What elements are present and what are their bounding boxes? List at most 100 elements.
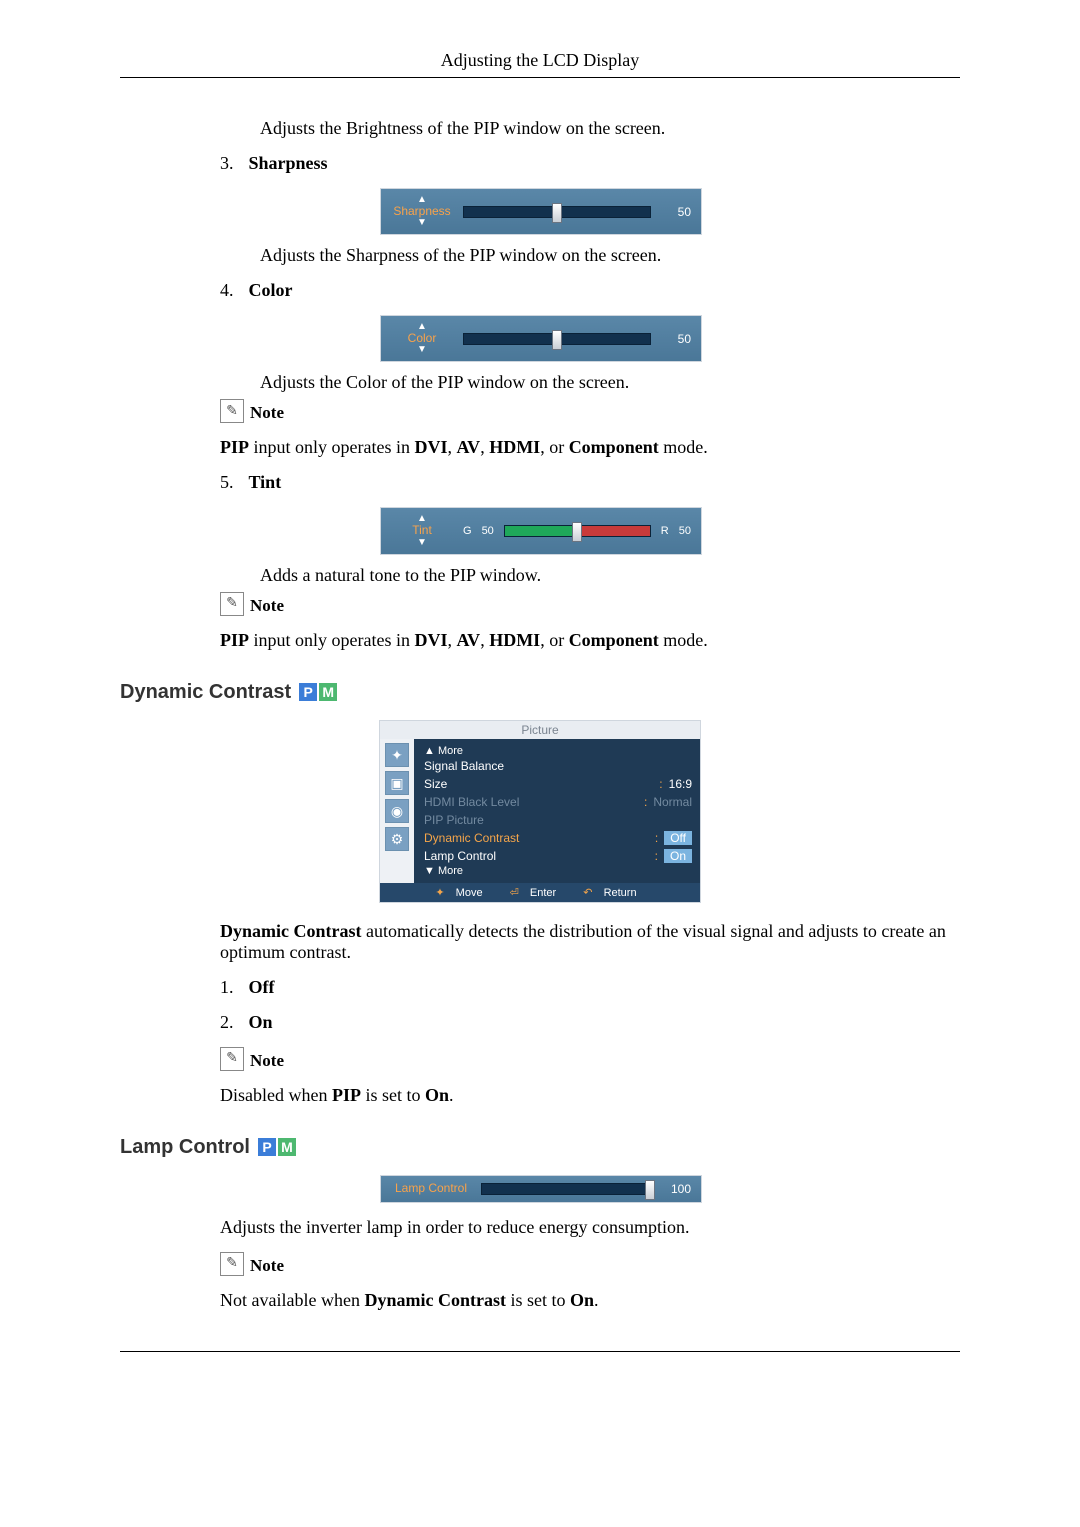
pip-mode-note: PIP input only operates in DVI, AV, HDMI… <box>220 630 960 651</box>
slider-track[interactable] <box>504 525 651 537</box>
menu-more-down[interactable]: ▼ More <box>424 865 692 877</box>
menu-icon[interactable]: ▣ <box>385 771 409 795</box>
page-header: Adjusting the LCD Display <box>120 50 960 78</box>
note-icon: ✎ <box>220 592 244 616</box>
slider-track[interactable] <box>463 206 651 218</box>
osd-label: Lamp Control <box>395 1182 467 1195</box>
note-label: Note <box>250 1051 284 1071</box>
slider-handle[interactable] <box>572 522 582 542</box>
slider-track[interactable] <box>481 1183 651 1195</box>
text: Dynamic Contrast <box>220 921 362 941</box>
pm-badge: P M <box>258 1138 296 1156</box>
slider-handle[interactable] <box>552 330 562 350</box>
menu-icon[interactable]: ◉ <box>385 799 409 823</box>
item-title: Off <box>249 977 275 997</box>
list-item-sharpness: 3. Sharpness <box>220 153 960 174</box>
menu-more-up[interactable]: ▲ More <box>424 745 692 757</box>
menu-icon[interactable]: ⚙ <box>385 827 409 851</box>
slider-handle[interactable] <box>645 1180 655 1200</box>
m-icon: M <box>278 1138 296 1156</box>
item-title: Color <box>249 280 293 300</box>
text: AV <box>457 437 481 457</box>
list-item-off: 1. Off <box>220 977 960 998</box>
note-icon: ✎ <box>220 399 244 423</box>
menu-row-lamp-control[interactable]: Lamp Control:On <box>424 847 692 865</box>
text: Dynamic Contrast <box>364 1290 506 1310</box>
m-icon: M <box>319 683 337 701</box>
menu-row-hdmi-black-level: HDMI Black Level:Normal <box>424 793 692 811</box>
text: PIP <box>220 437 249 457</box>
note: ✎ Note <box>220 1047 960 1071</box>
slider-fill-red <box>577 526 649 536</box>
arrow-down-icon: ▼ <box>417 218 427 228</box>
lamp-control-note: Not available when Dynamic Contrast is s… <box>220 1290 960 1311</box>
text: mode. <box>659 437 708 457</box>
text: . <box>449 1085 454 1105</box>
item-title: Sharpness <box>249 153 328 173</box>
note-label: Note <box>250 596 284 616</box>
dynamic-contrast-description: Dynamic Contrast automatically detects t… <box>220 921 960 963</box>
arrow-down-icon: ▼ <box>417 538 427 548</box>
text: On <box>570 1290 594 1310</box>
text: . <box>594 1290 599 1310</box>
tint-r-label: R <box>661 525 669 537</box>
text: DVI <box>414 437 447 457</box>
tint-g-label: G <box>463 525 472 537</box>
pm-badge: P M <box>299 683 337 701</box>
menu-row-signal-balance[interactable]: Signal Balance <box>424 757 692 775</box>
heading-text: Lamp Control <box>120 1136 250 1159</box>
heading-text: Dynamic Contrast <box>120 681 291 704</box>
p-icon: P <box>299 683 317 701</box>
note-icon: ✎ <box>220 1252 244 1276</box>
text: mode. <box>659 630 708 650</box>
note-label: Note <box>250 1256 284 1276</box>
item-title: Tint <box>249 472 282 492</box>
list-item-color: 4. Color <box>220 280 960 301</box>
text: AV <box>457 630 481 650</box>
note: ✎ Note <box>220 399 960 423</box>
menu-row-size[interactable]: Size:16:9 <box>424 775 692 793</box>
text: DVI <box>414 630 447 650</box>
text: is set to <box>361 1085 425 1105</box>
menu-icon[interactable]: ✦ <box>385 743 409 767</box>
lamp-control-description: Adjusts the inverter lamp in order to re… <box>220 1217 960 1238</box>
arrow-down-icon: ▼ <box>417 345 427 355</box>
footer-rule <box>120 1351 960 1352</box>
osd-tint-slider: ▲ Tint ▼ G 50 R 50 <box>380 507 702 554</box>
slider-value: 50 <box>661 332 691 346</box>
tint-g-value: 50 <box>482 525 494 537</box>
osd-label: Tint <box>412 524 432 537</box>
tint-description: Adds a natural tone to the PIP window. <box>260 565 960 586</box>
tint-r-value: 50 <box>679 525 691 537</box>
text: Not available when <box>220 1290 364 1310</box>
osd-menu-footer: ✦ Move ⏎ Enter ↶ Return <box>380 883 700 902</box>
slider-value: 50 <box>661 205 691 219</box>
osd-color-slider: ▲ Color ▼ 50 <box>380 315 702 362</box>
note-icon: ✎ <box>220 1047 244 1071</box>
osd-lamp-control-slider: Lamp Control 100 <box>380 1175 702 1203</box>
slider-value: 100 <box>661 1182 691 1196</box>
note-label: Note <box>250 403 284 423</box>
text: input only operates in <box>249 630 414 650</box>
item-number: 1. <box>220 977 244 998</box>
menu-row-pip-picture: PIP Picture <box>424 811 692 829</box>
pip-mode-note: PIP input only operates in DVI, AV, HDMI… <box>220 437 960 458</box>
osd-sharpness-slider: ▲ Sharpness ▼ 50 <box>380 188 702 235</box>
text: HDMI <box>489 630 540 650</box>
text: Disabled when <box>220 1085 332 1105</box>
text: PIP <box>332 1085 361 1105</box>
slider-track[interactable] <box>463 333 651 345</box>
osd-menu-list: ▲ More Signal Balance Size:16:9 HDMI Bla… <box>414 739 700 883</box>
menu-row-dynamic-contrast[interactable]: Dynamic Contrast:Off <box>424 829 692 847</box>
section-heading-dynamic-contrast: Dynamic Contrast P M <box>120 681 960 704</box>
text: HDMI <box>489 437 540 457</box>
text: Component <box>569 437 659 457</box>
slider-handle[interactable] <box>552 203 562 223</box>
note: ✎ Note <box>220 592 960 616</box>
brightness-description: Adjusts the Brightness of the PIP window… <box>260 118 960 139</box>
foot-move: Move <box>456 887 483 899</box>
item-number: 2. <box>220 1012 244 1033</box>
text: Component <box>569 630 659 650</box>
item-title: On <box>249 1012 273 1032</box>
text: is set to <box>506 1290 570 1310</box>
